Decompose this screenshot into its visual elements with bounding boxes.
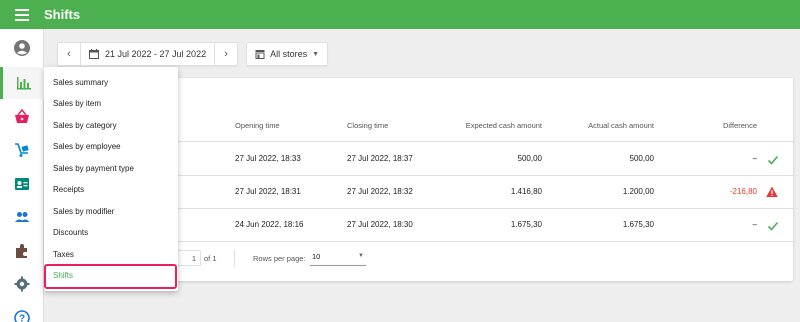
store-filter-label: All stores [270, 49, 308, 59]
actual-cash-cell: 1.200,00 [622, 187, 654, 196]
reports-icon[interactable] [0, 67, 44, 99]
closing-time-cell: 27 Jul 2022, 18:32 [347, 187, 413, 196]
left-navigation: ? [0, 29, 44, 322]
top-app-bar: Shifts [0, 0, 800, 29]
dropdown-arrow-icon: ▼ [312, 50, 320, 58]
svg-text:?: ? [19, 314, 25, 322]
help-icon[interactable]: ? [0, 302, 44, 322]
next-period-button[interactable]: › [215, 42, 237, 66]
check-icon [767, 221, 779, 231]
closing-time-cell: 27 Jul 2022, 18:30 [347, 220, 413, 229]
page-number-input[interactable]: 1 [175, 250, 201, 266]
store-icon [255, 50, 265, 59]
page-count-label: of 1 [204, 254, 217, 263]
date-range-button[interactable]: 21 Jul 2022 - 27 Jul 2022 [80, 42, 216, 66]
column-header-closing-time[interactable]: Closing time [347, 121, 388, 130]
integrations-icon[interactable] [0, 235, 44, 267]
opening-time-cell: 27 Jul 2022, 18:31 [235, 187, 301, 196]
warning-icon [766, 186, 778, 197]
date-range-picker: ‹ 21 Jul 2022 - 27 Jul 2022 › [57, 42, 239, 66]
store-filter[interactable]: All stores ▼ [246, 42, 329, 66]
expected-cash-cell: 1.416,80 [510, 187, 542, 196]
rows-per-page-select[interactable]: 10 ▼ [310, 252, 366, 266]
menu-item-sales-summary[interactable]: Sales summary [53, 78, 108, 87]
opening-time-cell: 27 Jul 2022, 18:33 [235, 154, 301, 163]
difference-cell: -216,80 [729, 187, 757, 196]
previous-period-button[interactable]: ‹ [58, 42, 80, 66]
expected-cash-cell: 500,00 [517, 154, 542, 163]
date-range-label: 21 Jul 2022 - 27 Jul 2022 [105, 49, 207, 59]
customers-icon[interactable] [0, 201, 44, 233]
menu-item-sales-by-modifier[interactable]: Sales by modifier [53, 207, 114, 216]
rows-per-page-label: Rows per page: [253, 254, 306, 263]
dropdown-arrow-icon: ▼ [358, 253, 364, 259]
rows-per-page-value: 10 [312, 252, 321, 261]
pagination-divider [234, 250, 235, 267]
account-icon[interactable] [0, 32, 44, 64]
menu-item-sales-by-category[interactable]: Sales by category [53, 121, 117, 130]
column-header-difference[interactable]: Difference [677, 121, 757, 130]
calendar-icon [89, 49, 99, 59]
closing-time-cell: 27 Jul 2022, 18:37 [347, 154, 413, 163]
column-header-opening-time[interactable]: Opening time [235, 121, 280, 130]
difference-cell: – [752, 154, 757, 163]
employees-icon[interactable] [0, 168, 44, 200]
column-header-actual-cash[interactable]: Actual cash amount [554, 121, 654, 130]
basket-icon[interactable] [0, 101, 44, 133]
menu-item-taxes[interactable]: Taxes [53, 250, 74, 259]
column-header-expected-cash[interactable]: Expected cash amount [442, 121, 542, 130]
filter-toolbar: ‹ 21 Jul 2022 - 27 Jul 2022 › All stores… [57, 42, 329, 66]
highlight-box [44, 264, 177, 289]
menu-item-discounts[interactable]: Discounts [53, 228, 88, 237]
check-icon [767, 155, 779, 165]
inventory-icon[interactable] [0, 134, 44, 166]
reports-menu: Sales summary Sales by item Sales by cat… [44, 67, 178, 291]
menu-item-sales-by-employee[interactable]: Sales by employee [53, 142, 121, 151]
menu-item-sales-by-item[interactable]: Sales by item [53, 99, 101, 108]
settings-icon[interactable] [0, 268, 44, 300]
difference-cell: – [752, 220, 757, 229]
menu-item-sales-by-payment-type[interactable]: Sales by payment type [53, 164, 134, 173]
actual-cash-cell: 1.675,30 [622, 220, 654, 229]
page-title: Shifts [44, 7, 81, 22]
expected-cash-cell: 1.675,30 [510, 220, 542, 229]
opening-time-cell: 24 Jun 2022, 18:16 [235, 220, 304, 229]
menu-item-receipts[interactable]: Receipts [53, 185, 84, 194]
actual-cash-cell: 500,00 [629, 154, 654, 163]
menu-icon[interactable] [0, 0, 44, 29]
